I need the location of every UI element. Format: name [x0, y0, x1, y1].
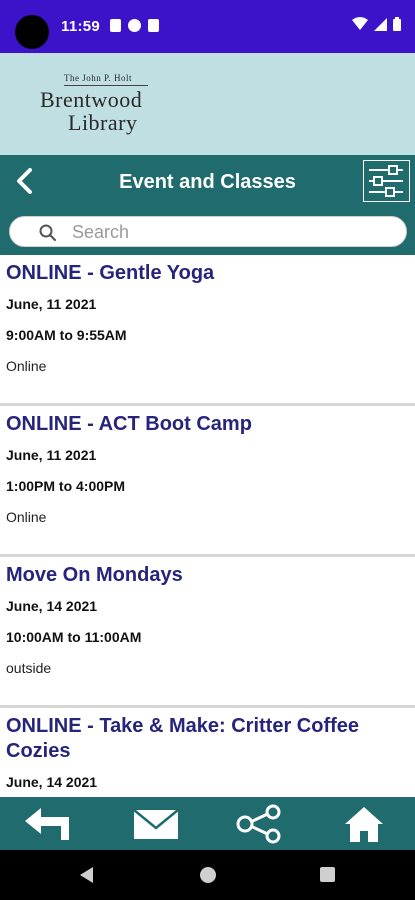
nav-recents-icon[interactable] — [320, 867, 335, 882]
status-time: 11:59 — [61, 18, 101, 35]
event-date: June, 11 2021 — [6, 296, 97, 312]
signal-icon — [374, 17, 387, 31]
reply-arrow-icon — [25, 808, 69, 840]
wifi-icon — [352, 17, 368, 30]
home-button[interactable] — [338, 803, 390, 845]
search-input[interactable] — [72, 220, 392, 244]
notification-a-icon — [110, 19, 121, 32]
event-list[interactable]: ONLINE - Gentle Yoga June, 11 2021 9:00A… — [0, 255, 415, 797]
logo-line-2: Library — [68, 110, 138, 135]
system-icons — [352, 17, 401, 31]
library-banner: The John P. Holt Brentwood Library — [0, 53, 415, 155]
sd-card-icon — [148, 19, 159, 32]
event-item[interactable]: ONLINE - Take & Make: Critter Coffee Coz… — [0, 708, 415, 797]
library-logo: The John P. Holt Brentwood Library — [40, 73, 170, 139]
event-time: 9:00AM to 9:55AM — [6, 327, 127, 343]
event-time: 1:00PM to 4:00PM — [6, 478, 126, 494]
event-date: June, 14 2021 — [6, 774, 98, 790]
bottom-toolbar — [0, 797, 415, 850]
battery-icon — [393, 17, 401, 31]
logo-subtitle: The John P. Holt — [64, 73, 133, 83]
home-icon — [345, 807, 383, 842]
event-location: Online — [6, 358, 47, 374]
status-bar: 11:59 — [0, 0, 415, 53]
event-date: June, 11 2021 — [6, 447, 97, 463]
event-title[interactable]: Move On Mondays — [6, 563, 409, 588]
email-button[interactable] — [130, 803, 182, 845]
event-item[interactable]: Move On Mondays June, 14 2021 10:00AM to… — [0, 557, 415, 708]
event-location: outside — [6, 660, 52, 676]
logo-rule — [64, 85, 148, 86]
share-button[interactable] — [233, 803, 285, 845]
notification-icons — [110, 19, 159, 32]
search-icon — [39, 224, 57, 242]
filter-button[interactable] — [363, 160, 410, 202]
event-location: Online — [6, 509, 47, 525]
page-title: Event and Classes — [119, 171, 296, 193]
system-nav-bar — [0, 850, 415, 900]
app-header: Event and Classes — [0, 155, 415, 255]
event-title[interactable]: ONLINE - ACT Boot Camp — [6, 412, 409, 437]
nav-back-icon[interactable] — [80, 867, 93, 883]
event-title[interactable]: ONLINE - Take & Make: Critter Coffee Coz… — [6, 714, 409, 764]
sliders-icon — [369, 165, 403, 197]
event-item[interactable]: ONLINE - ACT Boot Camp June, 11 2021 1:0… — [0, 406, 415, 557]
event-time: 10:00AM to 11:00AM — [6, 629, 142, 645]
camera-cutout — [15, 15, 49, 49]
event-title[interactable]: ONLINE - Gentle Yoga — [6, 261, 409, 286]
search-bar[interactable] — [9, 216, 407, 247]
event-date: June, 14 2021 — [6, 598, 98, 614]
mail-icon — [133, 809, 179, 839]
nav-home-icon[interactable] — [200, 867, 216, 883]
notification-f-icon — [128, 19, 141, 32]
reply-button[interactable] — [20, 803, 76, 845]
share-icon — [236, 804, 281, 844]
event-item[interactable]: ONLINE - Gentle Yoga June, 11 2021 9:00A… — [0, 255, 415, 406]
